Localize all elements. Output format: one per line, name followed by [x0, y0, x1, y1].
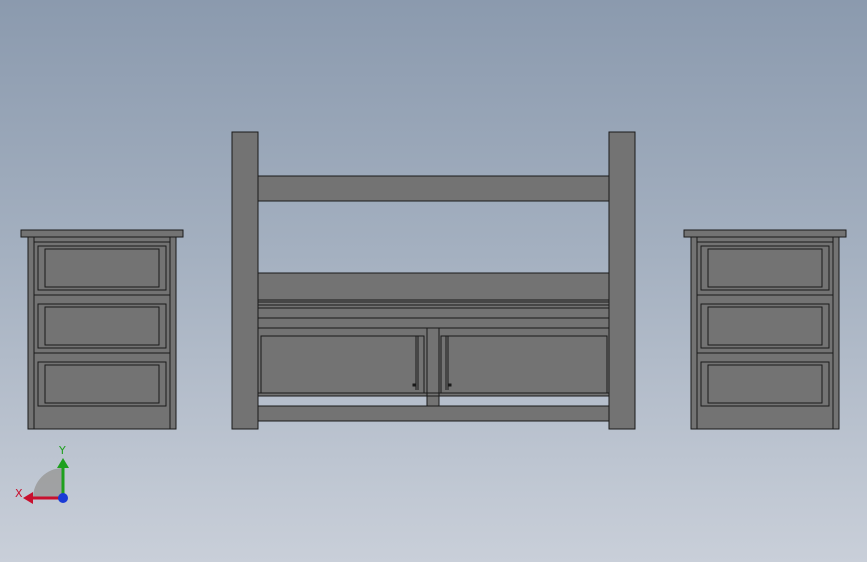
nightstand-right-drawer-3[interactable]: [700, 361, 830, 407]
bed-drawer-left: [260, 335, 425, 394]
orientation-triad[interactable]: Y X: [15, 444, 69, 504]
triad-y-label: Y: [58, 444, 66, 457]
bed-base-plank: [257, 272, 610, 301]
nightstand-right[interactable]: [683, 229, 847, 430]
nightstand-left-drawer-3[interactable]: [37, 361, 167, 407]
bed-upper-crossbar: [257, 175, 610, 202]
bed-bottom-rail: [257, 405, 610, 422]
nightstand-right-drawer-2[interactable]: [697, 303, 833, 354]
triad-x-arrowhead: [23, 492, 33, 504]
triad-z-axis-dot: [58, 493, 68, 503]
bed-center-divider: [426, 327, 440, 407]
cad-viewport[interactable]: Y X: [0, 0, 867, 562]
nightstand-left-drawer-2[interactable]: [34, 303, 170, 354]
bed-drawer-right-handle: [448, 383, 452, 387]
bed-drawer-right: [440, 335, 608, 394]
nightstand-left-top: [20, 229, 184, 238]
bed-headboard[interactable]: [231, 131, 636, 430]
bed-drawer-left-handle: [412, 383, 416, 387]
bed-right-post: [608, 131, 636, 430]
nightstand-left-drawer-1[interactable]: [34, 245, 170, 296]
nightstand-right-drawer-1[interactable]: [697, 245, 833, 296]
triad-plane-disc: [33, 468, 63, 498]
nightstand-right-top: [683, 229, 847, 238]
triad-x-label: X: [15, 487, 23, 500]
bed-left-post: [231, 131, 259, 430]
triad-y-arrowhead: [57, 458, 69, 468]
nightstand-left[interactable]: [20, 229, 184, 430]
